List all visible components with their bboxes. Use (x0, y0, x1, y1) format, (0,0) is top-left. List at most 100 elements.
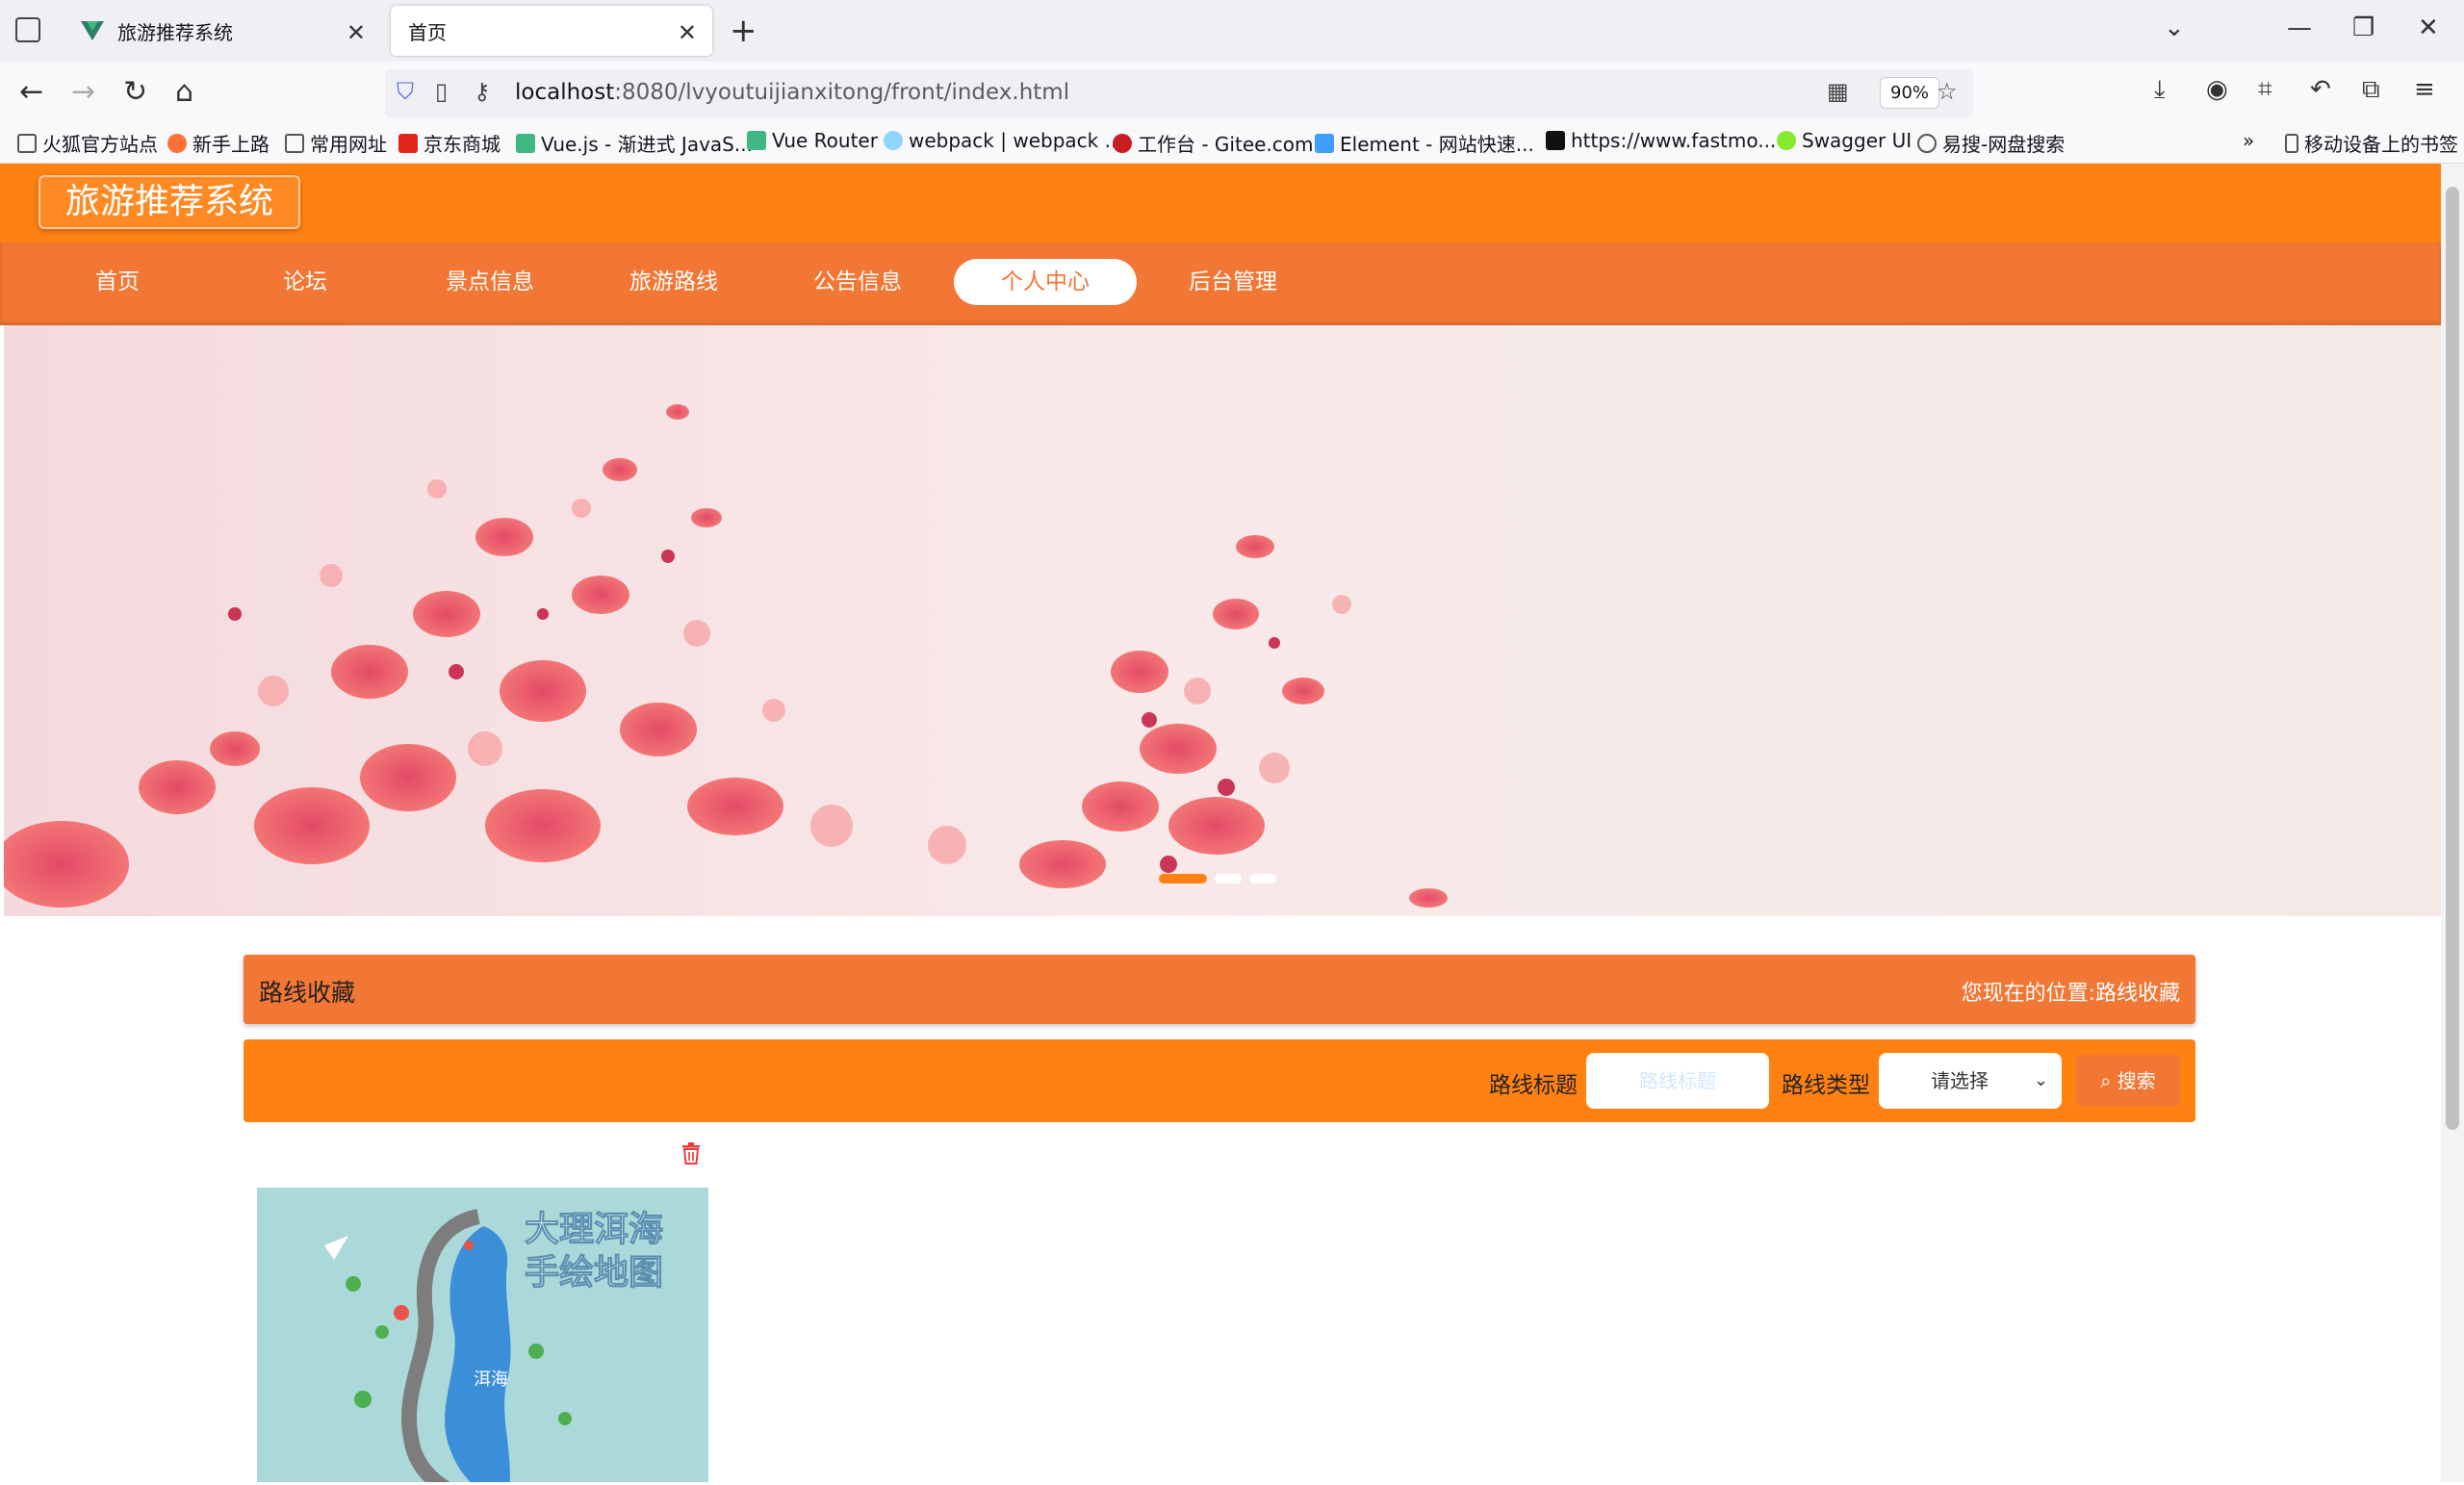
bookmark-item[interactable]: 新手上路 (167, 129, 270, 157)
carousel-dot-3[interactable] (1249, 874, 1276, 883)
route-type-select[interactable]: 请选择 ⌄ (1879, 1053, 2062, 1109)
menu-icon[interactable]: ≡ (2414, 75, 2435, 104)
banner-carousel[interactable] (4, 325, 2441, 916)
carousel-dot-2[interactable] (1215, 874, 1242, 883)
menu-item-attractions[interactable]: 景点信息 (398, 259, 581, 305)
menu-item-profile[interactable]: 个人中心 (954, 259, 1137, 305)
bookmark-item[interactable]: 易搜-网盘搜索 (1917, 129, 2065, 157)
folder-icon (17, 133, 37, 153)
zoom-level[interactable]: 90% (1880, 77, 1940, 109)
breadcrumb-current[interactable]: 路线收藏 (2095, 982, 2180, 1006)
site-logo[interactable]: 旅游推荐系统 (38, 175, 301, 229)
search-icon: ⌕ (2100, 1069, 2112, 1092)
list-all-tabs-icon[interactable]: ⌄ (2164, 13, 2185, 42)
menu-item-forum[interactable]: 论坛 (214, 259, 397, 305)
bookmark-item[interactable]: 工作台 - Gitee.com (1113, 129, 1314, 157)
folder-icon (285, 133, 304, 153)
vue-icon (747, 131, 766, 150)
menu-item-home[interactable]: 首页 (26, 259, 209, 305)
firefox-icon (167, 133, 187, 153)
browser-tab-2[interactable]: 首页 ✕ (391, 6, 712, 56)
vue-favicon-icon (81, 21, 104, 40)
vue-icon (516, 133, 535, 153)
back-icon[interactable]: ← (19, 75, 43, 109)
url-path: :8080/lvyoutuijianxitong/front/index.htm… (614, 80, 1070, 105)
gitee-icon (1113, 133, 1132, 153)
account-icon[interactable]: ◉ (2206, 75, 2228, 104)
bookmark-label: 京东商城 (424, 133, 500, 156)
bookmark-star-icon[interactable]: ☆ (1937, 78, 1958, 105)
bookmark-item[interactable]: Swagger UI (1777, 129, 1912, 152)
bookmark-item[interactable]: Element - 网站快速... (1315, 129, 1534, 157)
search-button[interactable]: ⌕ 搜索 (2076, 1055, 2180, 1107)
chevron-down-icon: ⌄ (2033, 1070, 2048, 1090)
search-bar: 路线标题 路线类型 请选择 ⌄ ⌕ 搜索 (244, 1039, 2195, 1122)
scrollbar-thumb[interactable] (2446, 187, 2459, 1130)
tab-list-icon[interactable] (15, 17, 40, 42)
menu-item-routes[interactable]: 旅游路线 (582, 259, 765, 305)
minimize-icon[interactable]: — (2287, 13, 2312, 42)
map-title-line-1: 大理洱海 (525, 1209, 663, 1248)
route-type-label: 路线类型 (1782, 1073, 1870, 1098)
url-text[interactable]: localhost:8080/lvyoutuijianxitong/front/… (515, 80, 1069, 105)
bookmarks-bar: 火狐官方站点 新手上路 常用网址 京东商城 Vue.js - 渐进式 JavaS… (0, 125, 2464, 164)
close-window-icon[interactable]: ✕ (2418, 13, 2439, 42)
rose-petals-illustration (4, 404, 1448, 908)
url-bar[interactable]: ⛉ ▯ ⚷ localhost:8080/lvyoutuijianxitong/… (385, 69, 1973, 117)
bookmark-item[interactable]: 京东商城 (398, 129, 500, 157)
route-card-image[interactable]: 大理洱海 手绘地图 洱海 (257, 1188, 708, 1482)
bookmark-label: 火狐官方站点 (42, 133, 158, 156)
close-tab-icon[interactable]: ✕ (678, 19, 697, 46)
browser-tabstrip: 旅游推荐系统 ✕ 首页 ✕ + ⌄ — ❐ ✕ (0, 0, 2464, 62)
bookmark-label: 新手上路 (192, 133, 270, 156)
bookmark-label: Element - 网站快速... (1340, 133, 1534, 156)
more-bookmarks-icon[interactable]: » (2243, 129, 2254, 152)
bookmark-item[interactable]: webpack | webpack ... (884, 129, 1123, 152)
section-title: 路线收藏 (259, 979, 356, 1007)
menu-item-admin[interactable]: 后台管理 (1142, 259, 1324, 305)
forward-icon[interactable]: → (71, 75, 95, 109)
close-tab-icon[interactable]: ✕ (346, 19, 366, 46)
qr-code-icon[interactable]: ▦ (1827, 78, 1849, 105)
browser-tab-title: 旅游推荐系统 (117, 20, 233, 44)
section-header: 路线收藏 您现在的位置:路线收藏 (244, 955, 2195, 1024)
delete-trash-icon[interactable] (680, 1141, 702, 1165)
globe-icon (1917, 133, 1937, 153)
bookmark-item[interactable]: 火狐官方站点 (17, 129, 158, 157)
key-icon[interactable]: ⚷ (474, 78, 491, 105)
home-icon[interactable]: ⌂ (175, 75, 193, 109)
erhai-map-illustration: 大理洱海 手绘地图 洱海 (324, 1209, 664, 1482)
extensions-icon[interactable]: ⧉ (2362, 75, 2380, 105)
downloads-icon[interactable]: ⤓ (2154, 75, 2166, 105)
screenshot-icon[interactable]: ⌗ (2258, 75, 2272, 105)
browser-tab-1[interactable]: 旅游推荐系统 ✕ (64, 6, 381, 56)
bookmark-item[interactable]: Vue.js - 渐进式 JavaS... (516, 129, 753, 157)
shield-icon[interactable]: ⛉ (397, 78, 414, 105)
undo-icon[interactable]: ↶ (2310, 75, 2331, 104)
new-tab-icon[interactable]: + (730, 12, 757, 50)
bookmark-label: Vue.js - 渐进式 JavaS... (541, 133, 753, 156)
mobile-bookmarks[interactable]: 移动设备上的书签 (2285, 129, 2458, 157)
mobile-icon (2285, 133, 2298, 153)
bookmark-label: 易搜-网盘搜索 (1942, 133, 2066, 156)
bookmark-item[interactable]: Vue Router (747, 129, 878, 152)
carousel-indicators (1159, 874, 1276, 883)
carousel-dot-1[interactable] (1159, 874, 1207, 883)
bookmark-label: Vue Router (772, 129, 878, 152)
bookmark-item[interactable]: https://www.fastmo... (1546, 129, 1776, 152)
bookmark-label: webpack | webpack ... (909, 129, 1123, 152)
element-icon (1315, 133, 1334, 153)
menu-item-notices[interactable]: 公告信息 (766, 259, 949, 305)
search-button-label: 搜索 (2117, 1069, 2156, 1092)
page-scrollbar[interactable] (2441, 164, 2464, 1482)
reload-icon[interactable]: ↻ (123, 75, 147, 109)
bookmark-label: 移动设备上的书签 (2304, 133, 2458, 156)
route-title-label: 路线标题 (1489, 1073, 1578, 1098)
page-icon[interactable]: ▯ (435, 78, 448, 105)
map-lake-label: 洱海 (474, 1370, 508, 1389)
bookmark-item[interactable]: 常用网址 (285, 129, 387, 157)
site-header: 旅游推荐系统 (0, 164, 2441, 243)
route-title-input[interactable] (1586, 1053, 1769, 1109)
breadcrumb-label: 您现在的位置: (1961, 982, 2095, 1006)
restore-icon[interactable]: ❐ (2352, 13, 2374, 42)
